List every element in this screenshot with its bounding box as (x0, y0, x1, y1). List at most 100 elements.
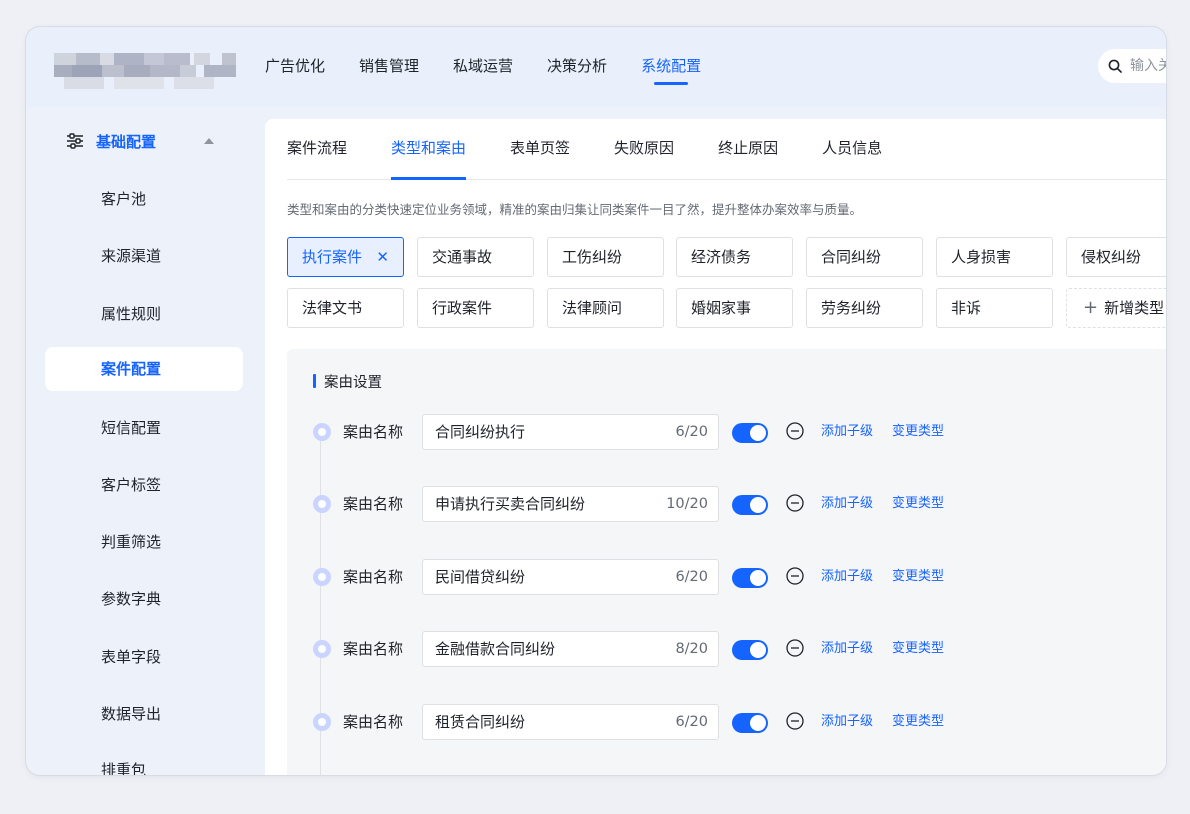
add-child-link[interactable]: 添加子级 (821, 414, 873, 450)
sidebar-item-form-fields[interactable]: 表单字段 (45, 635, 243, 679)
type-chip[interactable]: 非诉 (936, 288, 1053, 328)
cause-name-input[interactable]: 民间借贷纠纷 6/20 (422, 559, 719, 595)
panel-title: 案由设置 (313, 371, 382, 392)
cause-name-input[interactable]: 申请执行买卖合同纠纷 10/20 (422, 486, 719, 522)
search-input[interactable] (1128, 57, 1166, 75)
nav-ads-optimization[interactable]: 广告优化 (265, 27, 325, 107)
change-type-link[interactable]: 变更类型 (892, 631, 944, 667)
nav-system-config[interactable]: 系统配置 (641, 27, 701, 107)
sidebar-item-source-channel[interactable]: 来源渠道 (45, 234, 243, 278)
type-chip[interactable]: 法律顾问 (547, 288, 664, 328)
app-window: 广告优化 销售管理 私域运营 决策分析 系统配置 基础配置 (26, 27, 1166, 775)
main-nav: 广告优化 销售管理 私域运营 决策分析 系统配置 (248, 27, 718, 107)
node-dot-icon (313, 713, 331, 731)
remove-circle-icon[interactable] (786, 712, 804, 730)
add-type-label: 新增类型 (1104, 299, 1165, 317)
type-chip-label: 执行案件 (302, 248, 363, 266)
type-chip[interactable]: 婚姻家事 (676, 288, 793, 328)
tab-bar: 案件流程 类型和案由 表单页签 失败原因 终止原因 人员信息 (287, 119, 1166, 180)
node-dot-icon (313, 495, 331, 513)
sidebar-item-dedupe-package[interactable]: 排重包 (45, 748, 243, 775)
enable-toggle[interactable] (732, 495, 768, 515)
cause-name-input[interactable]: 合同纠纷执行 6/20 (422, 414, 719, 450)
type-chip-active[interactable]: 执行案件 ✕ (287, 237, 404, 277)
sidebar-group-label: 基础配置 (96, 132, 157, 151)
search-icon (1108, 59, 1122, 73)
cause-name-input[interactable]: 租赁合同纠纷 6/20 (422, 704, 719, 740)
sliders-icon (67, 133, 83, 149)
tab-form-tabs[interactable]: 表单页签 (510, 119, 570, 179)
add-child-link[interactable]: 添加子级 (821, 704, 873, 740)
tab-failure-reasons[interactable]: 失败原因 (614, 119, 674, 179)
type-chip[interactable]: 劳务纠纷 (806, 288, 923, 328)
type-chip[interactable]: 交通事故 (417, 237, 534, 277)
search-box[interactable] (1098, 49, 1166, 83)
sidebar-item-case-config[interactable]: 案件配置 (45, 347, 243, 391)
cause-name-value: 合同纠纷执行 (435, 423, 526, 441)
add-child-link[interactable]: 添加子级 (821, 486, 873, 522)
tab-termination-reasons[interactable]: 终止原因 (718, 119, 778, 179)
remove-circle-icon[interactable] (786, 494, 804, 512)
enable-toggle[interactable] (732, 640, 768, 660)
cause-name-label: 案由名称 (343, 640, 404, 658)
char-count: 6/20 (675, 714, 708, 730)
cause-name-label: 案由名称 (343, 713, 404, 731)
cause-row: 案由名称 租赁合同纠纷 6/20 添加子级 变更类型 (313, 704, 953, 740)
sidebar-item-data-export[interactable]: 数据导出 (45, 692, 243, 736)
tab-type-and-cause[interactable]: 类型和案由 (391, 119, 467, 180)
cause-name-input[interactable]: 金融借款合同纠纷 8/20 (422, 631, 719, 667)
close-icon[interactable]: ✕ (376, 238, 389, 276)
cause-name-label: 案由名称 (343, 568, 404, 586)
change-type-link[interactable]: 变更类型 (892, 414, 944, 450)
cause-name-value: 民间借贷纠纷 (435, 568, 526, 586)
type-chip[interactable]: 人身损害 (936, 237, 1053, 277)
cause-name-label: 案由名称 (343, 423, 404, 441)
add-child-link[interactable]: 添加子级 (821, 631, 873, 667)
nav-private-operation[interactable]: 私域运营 (453, 27, 513, 107)
sidebar-item-customer-tags[interactable]: 客户标签 (45, 463, 243, 507)
sidebar-item-attribute-rules[interactable]: 属性规则 (45, 292, 243, 336)
nav-decision-analysis[interactable]: 决策分析 (547, 27, 607, 107)
cause-name-value: 金融借款合同纠纷 (435, 640, 556, 658)
add-type-button[interactable]: + 新增类型 (1066, 288, 1166, 328)
add-child-link[interactable]: 添加子级 (821, 559, 873, 595)
node-dot-icon (313, 640, 331, 658)
node-dot-icon (313, 423, 331, 441)
enable-toggle[interactable] (732, 423, 768, 443)
sidebar-group-basic-config[interactable]: 基础配置 (66, 121, 226, 161)
char-count: 8/20 (675, 641, 708, 657)
sidebar-item-sms-config[interactable]: 短信配置 (45, 406, 243, 450)
main-content: 案件流程 类型和案由 表单页签 失败原因 终止原因 人员信息 类型和案由的分类快… (265, 119, 1166, 775)
caret-up-icon[interactable] (204, 138, 214, 144)
top-bar: 广告优化 销售管理 私域运营 决策分析 系统配置 (26, 27, 1166, 107)
remove-circle-icon[interactable] (786, 422, 804, 440)
cause-row: 案由名称 申请执行买卖合同纠纷 10/20 添加子级 变更类型 (313, 486, 953, 522)
sidebar: 基础配置 客户池 来源渠道 属性规则 案件配置 短信配置 客户标签 判重筛选 参… (26, 107, 264, 775)
remove-circle-icon[interactable] (786, 639, 804, 657)
type-chip[interactable]: 侵权纠纷 (1066, 237, 1166, 277)
sidebar-item-customer-pool[interactable]: 客户池 (45, 177, 243, 221)
cause-settings-panel: 案由设置 案由名称 合同纠纷执行 6/20 添加子级 变更类型 案由名称 申请执… (287, 349, 1166, 775)
type-chip[interactable]: 经济债务 (676, 237, 793, 277)
cause-name-value: 申请执行买卖合同纠纷 (435, 495, 586, 513)
tab-case-flow[interactable]: 案件流程 (287, 119, 347, 179)
change-type-link[interactable]: 变更类型 (892, 704, 944, 740)
char-count: 6/20 (675, 424, 708, 440)
change-type-link[interactable]: 变更类型 (892, 486, 944, 522)
plus-icon: + (1083, 297, 1099, 318)
tab-personnel-info[interactable]: 人员信息 (822, 119, 882, 179)
type-chip[interactable]: 法律文书 (287, 288, 404, 328)
type-chip[interactable]: 工伤纠纷 (547, 237, 664, 277)
sidebar-item-param-dictionary[interactable]: 参数字典 (45, 577, 243, 621)
remove-circle-icon[interactable] (786, 567, 804, 585)
enable-toggle[interactable] (732, 568, 768, 588)
cause-row: 案由名称 民间借贷纠纷 6/20 添加子级 变更类型 (313, 559, 953, 595)
node-dot-icon (313, 568, 331, 586)
type-chip[interactable]: 合同纠纷 (806, 237, 923, 277)
char-count: 10/20 (666, 496, 708, 512)
enable-toggle[interactable] (732, 713, 768, 733)
sidebar-item-duplicate-filter[interactable]: 判重筛选 (45, 520, 243, 564)
nav-sales-management[interactable]: 销售管理 (359, 27, 419, 107)
type-chip[interactable]: 行政案件 (417, 288, 534, 328)
change-type-link[interactable]: 变更类型 (892, 559, 944, 595)
